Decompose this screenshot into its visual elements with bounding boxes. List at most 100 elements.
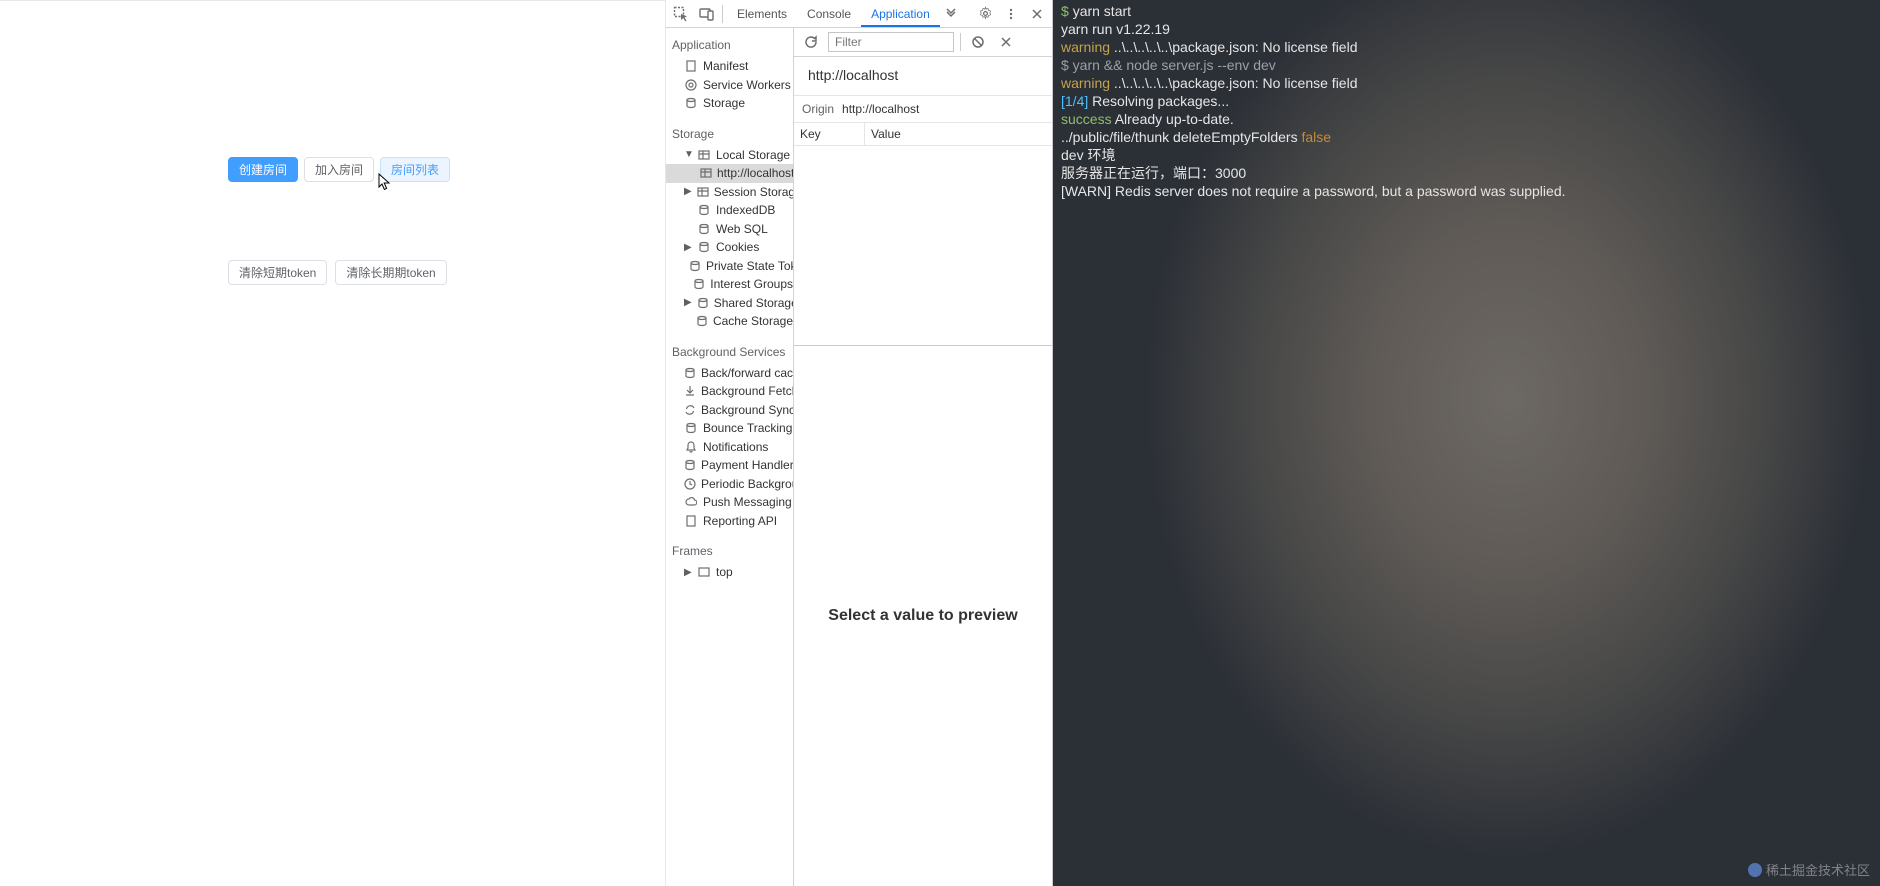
label: top	[716, 565, 733, 579]
storage-detail-panel: http://localhost Origin http://localhost…	[794, 28, 1052, 886]
inspect-element-icon[interactable]	[670, 3, 692, 25]
database-icon	[697, 222, 711, 236]
clear-short-token-button[interactable]: 清除短期token	[228, 260, 327, 285]
block-icon[interactable]	[967, 31, 989, 53]
item-bf-cache[interactable]: Back/forward cache	[666, 364, 793, 383]
item-reporting-api[interactable]: Reporting API	[666, 512, 793, 531]
item-top-frame[interactable]: ▶ top	[666, 563, 793, 582]
tab-console[interactable]: Console	[797, 0, 861, 27]
join-room-button[interactable]: 加入房间	[304, 157, 374, 182]
item-storage[interactable]: Storage	[666, 94, 793, 113]
label: Back/forward cache	[701, 366, 794, 380]
label: Shared Storage	[714, 296, 794, 310]
gear-icon	[684, 78, 698, 92]
item-bounce-tracking[interactable]: Bounce Tracking	[666, 419, 793, 438]
label: Session Storage	[714, 185, 794, 199]
tab-application[interactable]: Application	[861, 0, 940, 27]
item-local-storage[interactable]: ▼Local Storage	[666, 146, 793, 165]
label: Storage	[703, 96, 745, 110]
tab-elements[interactable]: Elements	[727, 0, 797, 27]
application-sidebar[interactable]: Application Manifest Service Workers Sto…	[666, 28, 794, 886]
settings-icon[interactable]	[974, 3, 996, 25]
item-shared-storage[interactable]: ▶ Shared Storage	[666, 294, 793, 313]
filter-toolbar	[794, 28, 1052, 57]
label: Web SQL	[716, 222, 768, 236]
terminal-panel[interactable]: $ yarn startyarn run v1.22.19warning ..\…	[1053, 0, 1880, 886]
create-room-button[interactable]: 创建房间	[228, 157, 298, 182]
label: Cache Storage	[713, 314, 793, 328]
label: Periodic Background Sync	[701, 477, 794, 491]
table-icon	[700, 166, 712, 180]
clock-icon	[684, 477, 696, 491]
section-storage: Storage	[666, 123, 793, 146]
cloud-icon	[684, 495, 698, 509]
label: Payment Handler	[701, 458, 794, 472]
toolbar-divider	[960, 33, 961, 51]
item-private-state-tokens[interactable]: Private State Tokens	[666, 257, 793, 276]
close-devtools-icon[interactable]	[1026, 3, 1048, 25]
filter-input[interactable]	[828, 32, 954, 52]
origin-row: Origin http://localhost	[794, 96, 1052, 123]
label: Push Messaging	[703, 495, 792, 509]
clear-long-token-button[interactable]: 清除长期期token	[335, 260, 446, 285]
item-cookies[interactable]: ▶ Cookies	[666, 238, 793, 257]
refresh-icon[interactable]	[800, 31, 822, 53]
label: IndexedDB	[716, 203, 775, 217]
database-icon	[684, 96, 698, 110]
item-manifest[interactable]: Manifest	[666, 57, 793, 76]
document-icon	[684, 59, 698, 73]
item-cache-storage[interactable]: Cache Storage	[666, 312, 793, 331]
bell-icon	[684, 440, 698, 454]
storage-table-header: Key Value	[794, 123, 1052, 146]
origin-title: http://localhost	[808, 67, 1038, 83]
item-indexeddb[interactable]: IndexedDB	[666, 201, 793, 220]
watermark-text: 稀土掘金技术社区	[1766, 863, 1870, 878]
database-icon	[697, 203, 711, 217]
item-bg-sync[interactable]: Background Sync	[666, 401, 793, 420]
fetch-icon	[684, 384, 696, 398]
origin-label: Origin	[802, 102, 834, 116]
section-frames: Frames	[666, 540, 793, 563]
label: Reporting API	[703, 514, 777, 528]
database-icon	[693, 277, 705, 291]
item-periodic-bg[interactable]: Periodic Background Sync	[666, 475, 793, 494]
item-payment-handler[interactable]: Payment Handler	[666, 456, 793, 475]
database-icon	[697, 240, 711, 254]
expand-arrow-icon[interactable]: ▶	[684, 242, 692, 253]
expand-arrow-icon[interactable]: ▶	[684, 297, 692, 308]
devtools-toolbar: Elements Console Application	[666, 0, 1052, 28]
item-session-storage[interactable]: ▶ Session Storage	[666, 183, 793, 202]
terminal-output: $ yarn startyarn run v1.22.19warning ..\…	[1061, 2, 1872, 200]
label: Cookies	[716, 240, 759, 254]
device-toolbar-icon[interactable]	[696, 3, 718, 25]
col-key[interactable]: Key	[794, 123, 865, 145]
value-preview: Select a value to preview	[794, 346, 1052, 886]
section-application: Application	[666, 34, 793, 57]
kebab-menu-icon[interactable]	[1000, 3, 1022, 25]
label: Notifications	[703, 440, 768, 454]
label: http://localhost	[717, 166, 794, 180]
item-notifications[interactable]: Notifications	[666, 438, 793, 457]
item-push-messaging[interactable]: Push Messaging	[666, 493, 793, 512]
expand-arrow-icon[interactable]: ▶	[684, 567, 692, 578]
item-bg-fetch[interactable]: Background Fetch	[666, 382, 793, 401]
token-button-row: 清除短期token 清除长期期token	[228, 260, 447, 285]
item-service-workers[interactable]: Service Workers	[666, 76, 793, 95]
clear-icon[interactable]	[995, 31, 1017, 53]
item-web-sql[interactable]: Web SQL	[666, 220, 793, 239]
storage-table-body[interactable]	[794, 146, 1052, 346]
expand-arrow-icon[interactable]: ▶	[684, 186, 692, 197]
label: Interest Groups	[710, 277, 793, 291]
toolbar-divider	[722, 5, 723, 23]
room-list-button[interactable]: 房间列表	[380, 157, 450, 182]
item-interest-groups[interactable]: Interest Groups	[666, 275, 793, 294]
database-icon	[684, 366, 696, 380]
item-local-storage-origin[interactable]: http://localhost	[666, 164, 793, 183]
collapse-arrow-icon[interactable]: ▼	[684, 149, 692, 160]
table-icon	[697, 185, 709, 199]
col-value[interactable]: Value	[865, 123, 1052, 145]
label: Background Fetch	[701, 384, 794, 398]
rendered-page: 创建房间 加入房间 房间列表 清除短期token 清除长期期token	[0, 0, 666, 886]
label: Manifest	[703, 59, 748, 73]
more-tabs-icon[interactable]	[940, 3, 962, 25]
